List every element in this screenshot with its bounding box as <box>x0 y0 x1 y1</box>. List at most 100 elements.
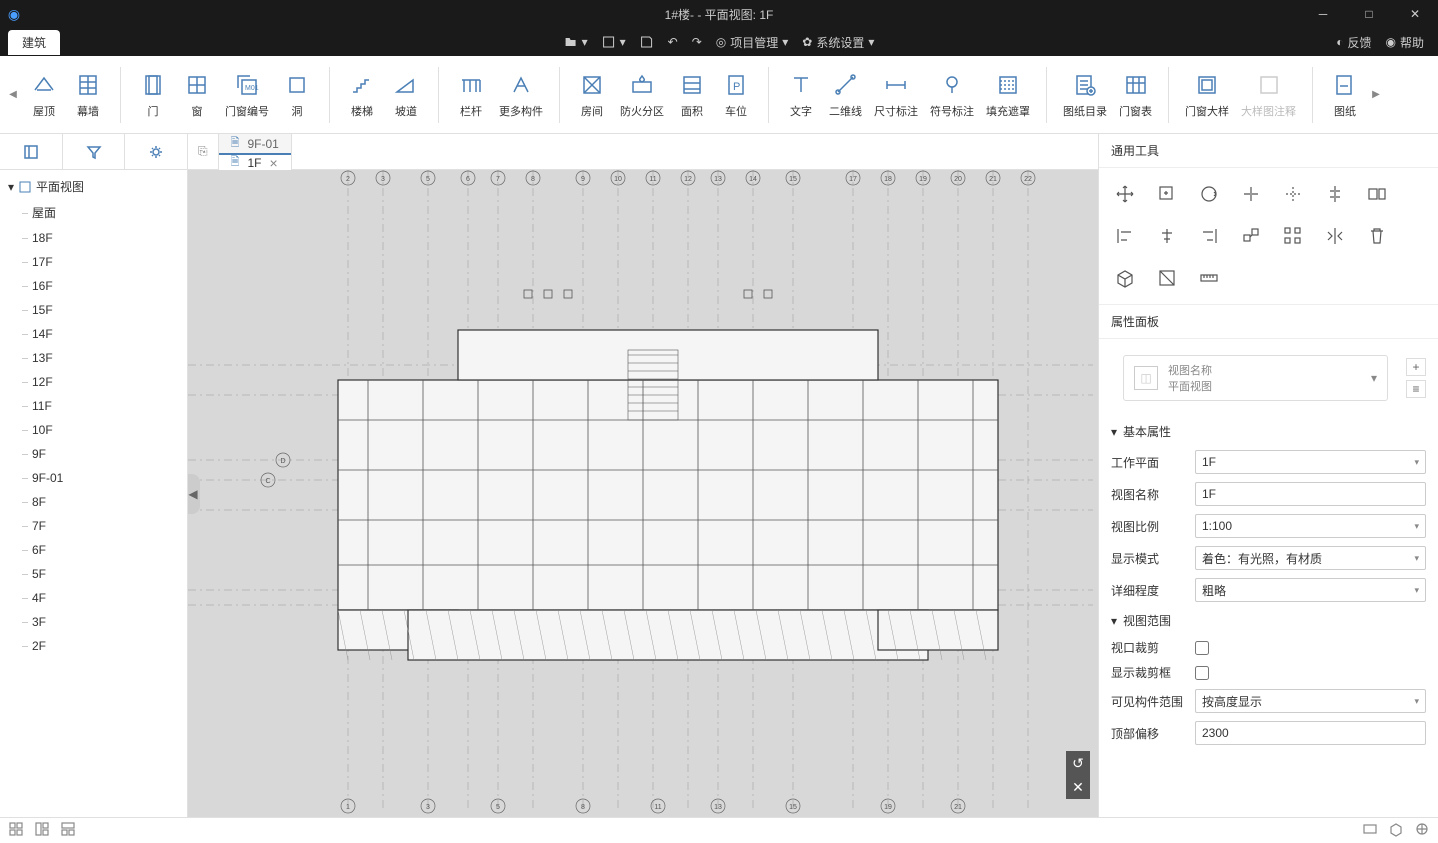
checkbox-showcrop[interactable] <box>1195 666 1209 680</box>
tree-item[interactable]: 9F <box>0 442 187 466</box>
element-type-selector[interactable]: ◫ 视图名称 平面视图 ▾ <box>1123 355 1388 401</box>
tree-item[interactable]: 14F <box>0 322 187 346</box>
tool-scale-icon[interactable] <box>1237 222 1265 250</box>
tree-item[interactable]: 7F <box>0 514 187 538</box>
prop-add-button[interactable]: + <box>1406 358 1426 376</box>
ribbon-opening[interactable]: 洞 <box>275 71 319 119</box>
tool-split-icon[interactable] <box>1321 180 1349 208</box>
tool-delete-icon[interactable] <box>1363 222 1391 250</box>
ribbon-door-window-number[interactable]: M01门窗编号 <box>219 71 275 119</box>
ribbon-curtain-wall[interactable]: 幕墙 <box>66 71 110 119</box>
tool-align-center-icon[interactable] <box>1153 222 1181 250</box>
tool-mirror-icon[interactable] <box>1321 222 1349 250</box>
ribbon-2d-line[interactable]: 二维线 <box>823 71 868 119</box>
tab-list-button[interactable]: ⎘ <box>188 134 219 169</box>
tree-item[interactable]: 5F <box>0 562 187 586</box>
main-tab-architecture[interactable]: 建筑 <box>8 30 60 55</box>
ribbon-area[interactable]: 面积 <box>670 71 714 119</box>
browser-filter-icon[interactable] <box>63 134 126 169</box>
canvas-history-button[interactable]: ↺ <box>1066 751 1090 775</box>
undo-button[interactable]: ↶ <box>668 35 678 49</box>
status-view2-icon[interactable] <box>1388 821 1404 840</box>
tool-align-right-icon[interactable] <box>1195 222 1223 250</box>
input-topoffset[interactable]: 2300 <box>1195 721 1426 745</box>
close-icon[interactable]: × <box>269 155 277 171</box>
save-button[interactable] <box>640 35 654 49</box>
ribbon-fill-mask[interactable]: 填充遮罩 <box>980 71 1036 119</box>
tree-item[interactable]: 9F-01 <box>0 466 187 490</box>
tree-item[interactable]: 屋面 <box>0 199 187 226</box>
prop-list-button[interactable]: ≡ <box>1406 380 1426 398</box>
tree-item[interactable]: 17F <box>0 250 187 274</box>
input-viewname[interactable]: 1F <box>1195 482 1426 506</box>
ribbon-more-components[interactable]: 更多构件 <box>493 71 549 119</box>
panel-expand-handle[interactable]: ◀ <box>188 474 200 514</box>
ribbon-scroll-right[interactable]: ▶ <box>1367 89 1385 100</box>
status-grid1-icon[interactable] <box>8 821 24 840</box>
tree-item[interactable]: 6F <box>0 538 187 562</box>
browser-view-icon[interactable] <box>0 134 63 169</box>
ribbon-parking[interactable]: P车位 <box>714 71 758 119</box>
ribbon-text[interactable]: 文字 <box>779 71 823 119</box>
redo-button[interactable]: ↷ <box>692 35 702 49</box>
canvas[interactable]: ◀ 23567891011121314151718192021221358111… <box>188 170 1098 817</box>
tree-item[interactable]: 11F <box>0 394 187 418</box>
feedback-button[interactable]: ◐ 反馈 <box>1336 34 1371 51</box>
tree-item[interactable]: 12F <box>0 370 187 394</box>
ribbon-window[interactable]: 窗 <box>175 71 219 119</box>
select-detail[interactable]: 粗略▾ <box>1195 578 1426 602</box>
close-button[interactable]: ✕ <box>1392 0 1438 28</box>
ribbon-door-window-table[interactable]: 门窗表 <box>1113 71 1158 119</box>
ribbon-room[interactable]: 房间 <box>570 71 614 119</box>
tool-measure-icon[interactable] <box>1195 264 1223 292</box>
tree-item[interactable]: 13F <box>0 346 187 370</box>
tree-item[interactable]: 16F <box>0 274 187 298</box>
status-grid2-icon[interactable] <box>34 821 50 840</box>
minimize-button[interactable]: ─ <box>1300 0 1346 28</box>
browser-settings-icon[interactable] <box>125 134 187 169</box>
view-tab[interactable]: 🗎9F-01 <box>219 134 292 153</box>
select-workplane[interactable]: 1F▾ <box>1195 450 1426 474</box>
ribbon-sheet[interactable]: 图纸 <box>1323 71 1367 119</box>
tree-item[interactable]: 10F <box>0 418 187 442</box>
select-display[interactable]: 着色：有光照，有材质▾ <box>1195 546 1426 570</box>
tree-item[interactable]: 18F <box>0 226 187 250</box>
ribbon-stair[interactable]: 楼梯 <box>340 71 384 119</box>
tool-align-left-icon[interactable] <box>1111 222 1139 250</box>
tree-root-plan-views[interactable]: ▾ 平面视图 <box>0 174 187 199</box>
tree-item[interactable]: 4F <box>0 586 187 610</box>
status-view1-icon[interactable] <box>1362 821 1378 840</box>
tree-item[interactable]: 15F <box>0 298 187 322</box>
help-button[interactable]: ◉ 帮助 <box>1386 34 1425 51</box>
ribbon-door[interactable]: 门 <box>131 71 175 119</box>
tool-trim-icon[interactable] <box>1237 180 1265 208</box>
ribbon-fire-zone[interactable]: 防火分区 <box>614 71 670 119</box>
ribbon-sheet-directory[interactable]: 图纸目录 <box>1057 71 1113 119</box>
ribbon-symbol[interactable]: 符号标注 <box>924 71 980 119</box>
tool-extend-icon[interactable] <box>1279 180 1307 208</box>
ribbon-roof[interactable]: 屋顶 <box>22 71 66 119</box>
model-menu[interactable]: ▾ <box>602 35 626 49</box>
tool-rotate-icon[interactable] <box>1195 180 1223 208</box>
ribbon-dimension[interactable]: 尺寸标注 <box>868 71 924 119</box>
ribbon-ramp[interactable]: 坡道 <box>384 71 428 119</box>
tool-move-icon[interactable] <box>1111 180 1139 208</box>
tool-3d-icon[interactable] <box>1111 264 1139 292</box>
tree-item[interactable]: 3F <box>0 610 187 634</box>
prop-group-basic[interactable]: ▾基本属性 <box>1099 417 1438 446</box>
tool-offset-icon[interactable] <box>1363 180 1391 208</box>
status-view3-icon[interactable] <box>1414 821 1430 840</box>
project-management-menu[interactable]: ◎ 项目管理 ▾ <box>716 34 789 51</box>
tree-item[interactable]: 2F <box>0 634 187 658</box>
ribbon-railing[interactable]: 栏杆 <box>449 71 493 119</box>
select-scale[interactable]: 1:100▾ <box>1195 514 1426 538</box>
canvas-close-button[interactable]: ✕ <box>1066 775 1090 799</box>
ribbon-door-window-detail[interactable]: 门窗大样 <box>1179 71 1235 119</box>
system-settings-menu[interactable]: ✿ 系统设置 ▾ <box>802 34 874 51</box>
open-menu[interactable]: ▾ <box>564 35 588 49</box>
prop-group-range[interactable]: ▾视图范围 <box>1099 606 1438 635</box>
view-tree[interactable]: ▾ 平面视图 屋面18F17F16F15F14F13F12F11F10F9F9F… <box>0 170 187 817</box>
status-grid3-icon[interactable] <box>60 821 76 840</box>
maximize-button[interactable]: □ <box>1346 0 1392 28</box>
tree-item[interactable]: 8F <box>0 490 187 514</box>
